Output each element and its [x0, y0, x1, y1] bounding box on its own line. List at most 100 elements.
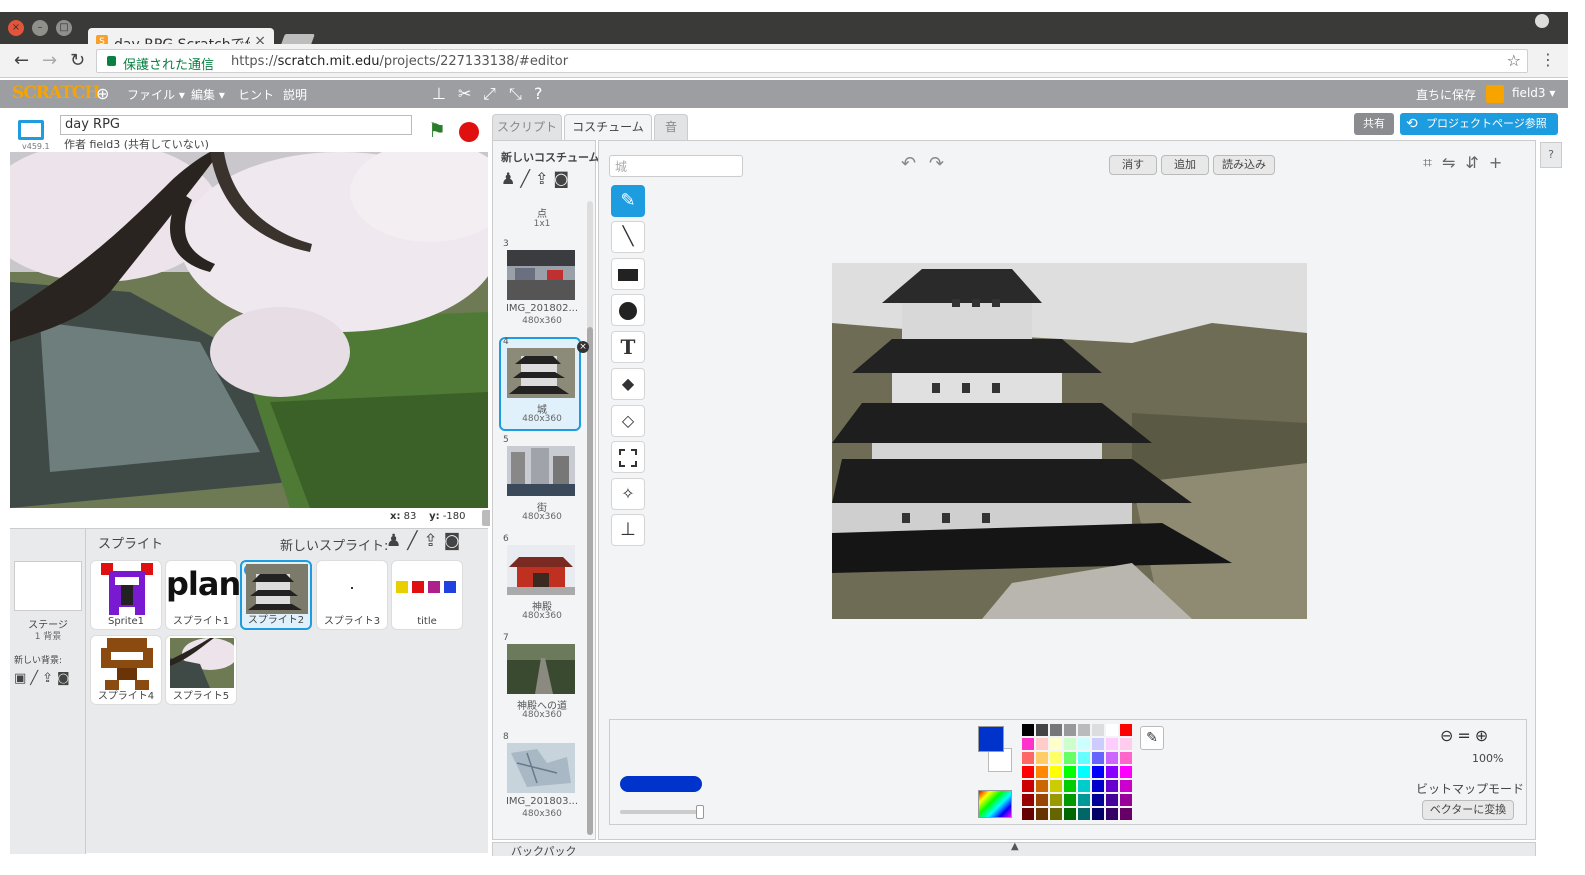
magic-wand-tool[interactable]: ✧ [611, 478, 645, 510]
sprite-tile-sprite3[interactable]: スプライト3 [316, 560, 388, 630]
costume-scrollbar-thumb[interactable] [587, 327, 593, 835]
eyedropper-icon[interactable]: ✎ [1140, 726, 1164, 750]
palette-swatch[interactable] [1036, 808, 1048, 820]
palette-swatch[interactable] [1036, 766, 1048, 778]
palette-swatch[interactable] [1120, 766, 1132, 778]
about-menu[interactable]: 説明 [283, 86, 307, 103]
line-tool[interactable]: ╲ [611, 221, 645, 253]
palette-swatch[interactable] [1022, 752, 1034, 764]
costume-paint-icon[interactable]: ╱ [520, 169, 535, 188]
costume-item[interactable]: 点 1x1 [501, 203, 583, 235]
forward-icon[interactable]: → [42, 50, 57, 71]
help-tab-icon[interactable]: ? [1540, 142, 1562, 168]
backdrop-upload-icon[interactable]: ⇪ [42, 671, 57, 686]
palette-swatch[interactable] [1036, 794, 1048, 806]
costume-item[interactable]: 7 神殿への道 480x360 [501, 633, 583, 729]
stage-thumbnail[interactable] [14, 561, 82, 611]
palette-swatch[interactable] [1092, 766, 1104, 778]
project-title-input[interactable]: day RPG [60, 115, 412, 135]
palette-swatch[interactable] [1092, 724, 1104, 736]
palette-swatch[interactable] [1022, 808, 1034, 820]
backdrop-camera-icon[interactable]: ◙ [57, 671, 74, 686]
palette-swatch[interactable] [1120, 808, 1132, 820]
file-menu[interactable]: ファイル ▾ [127, 86, 185, 103]
select-tool[interactable] [611, 441, 645, 473]
minimize-window-icon[interactable]: – [32, 20, 48, 36]
share-button[interactable]: 共有 [1354, 113, 1394, 135]
palette-swatch[interactable] [1078, 752, 1090, 764]
palette-swatch[interactable] [1050, 766, 1062, 778]
palette-swatch[interactable] [1036, 724, 1048, 736]
profile-icon[interactable] [1535, 14, 1549, 28]
backdrop-library-icon[interactable]: ▣ [14, 671, 30, 686]
costume-scrollbar[interactable] [587, 201, 593, 835]
backpack-bar[interactable]: バックパック ▲ [492, 841, 1536, 858]
palette-swatch[interactable] [1064, 752, 1076, 764]
sprite-tile-sprite1[interactable]: Sprite1 [90, 560, 162, 630]
costume-library-icon[interactable]: ♟ [501, 169, 520, 188]
palette-swatch[interactable] [1064, 808, 1076, 820]
palette-swatch[interactable] [1092, 780, 1104, 792]
costume-item-selected[interactable]: 4 × 城 480x360 [499, 337, 589, 431]
sprite-library-icon[interactable]: ♟ [386, 531, 407, 551]
palette-swatch[interactable] [1078, 766, 1090, 778]
flip-horizontal-icon[interactable]: ⇋ [1442, 153, 1465, 172]
palette-swatch[interactable] [1106, 738, 1118, 750]
costume-name-input[interactable]: 城 [609, 155, 743, 177]
back-icon[interactable]: ← [14, 50, 29, 71]
palette-swatch[interactable] [1106, 780, 1118, 792]
green-flag-icon[interactable]: ⚑ [428, 118, 446, 142]
palette-swatch[interactable] [1078, 794, 1090, 806]
palette-swatch[interactable] [1036, 780, 1048, 792]
palette-swatch[interactable] [1022, 738, 1034, 750]
convert-to-vector-button[interactable]: ベクターに変換 [1422, 800, 1514, 820]
palette-swatch[interactable] [1092, 808, 1104, 820]
palette-swatch[interactable] [1120, 738, 1132, 750]
palette-swatch[interactable] [1050, 780, 1062, 792]
sprite-camera-icon[interactable]: ◙ [444, 531, 467, 551]
eraser-tool[interactable]: ◇ [611, 405, 645, 437]
palette-swatch[interactable] [1106, 752, 1118, 764]
stamp-tool[interactable]: ⊥ [611, 514, 645, 546]
palette-swatch[interactable] [1106, 766, 1118, 778]
palette-swatch[interactable] [1092, 794, 1104, 806]
palette-swatch[interactable] [1078, 808, 1090, 820]
color-palette[interactable] [1022, 724, 1142, 824]
palette-swatch[interactable] [1092, 752, 1104, 764]
palette-swatch[interactable] [1106, 724, 1118, 736]
palette-swatch[interactable] [1120, 724, 1132, 736]
stage-resize-handle[interactable] [482, 510, 490, 526]
sprite-tile-sprite5[interactable]: スプライト5 [165, 635, 237, 705]
rectangle-tool[interactable] [611, 258, 645, 290]
palette-swatch[interactable] [1050, 738, 1062, 750]
palette-swatch[interactable] [1022, 766, 1034, 778]
tips-menu[interactable]: ヒント [238, 86, 274, 103]
backdrop-paint-icon[interactable]: ╱ [30, 671, 42, 686]
presentation-mode-icon[interactable] [18, 120, 44, 140]
palette-swatch[interactable] [1078, 724, 1090, 736]
add-button[interactable]: 追加 [1161, 155, 1209, 175]
palette-swatch[interactable] [1064, 780, 1076, 792]
palette-swatch[interactable] [1050, 808, 1062, 820]
costume-item[interactable]: 5 街 480x360 [501, 435, 583, 531]
costume-camera-icon[interactable]: ◙ [553, 169, 574, 188]
palette-swatch[interactable] [1106, 794, 1118, 806]
grow-icon[interactable]: ⤢ [483, 84, 496, 104]
brush-size-slider[interactable] [620, 805, 704, 819]
delete-scissors-icon[interactable]: ✂ [458, 84, 471, 103]
undo-icon[interactable]: ↶ [901, 153, 916, 174]
sprite-tile-plan[interactable]: plan スプライト1 [165, 560, 241, 630]
duplicate-stamp-icon[interactable]: ⊥ [432, 84, 446, 103]
stop-icon[interactable] [459, 122, 479, 142]
palette-swatch[interactable] [1022, 724, 1034, 736]
palette-swatch[interactable] [1064, 738, 1076, 750]
costume-upload-icon[interactable]: ⇪ [535, 169, 553, 188]
language-globe-icon[interactable]: ⊕ [96, 84, 109, 103]
costume-item[interactable]: 8 IMG_201803... 480x360 [501, 732, 583, 828]
sprite-tile-title[interactable]: title [391, 560, 463, 630]
brush-tool[interactable]: ✎ [611, 185, 645, 217]
costume-canvas[interactable] [832, 263, 1307, 619]
redo-icon[interactable]: ↷ [929, 153, 944, 174]
palette-swatch[interactable] [1050, 724, 1062, 736]
save-now-button[interactable]: 直ちに保存 [1416, 86, 1476, 103]
